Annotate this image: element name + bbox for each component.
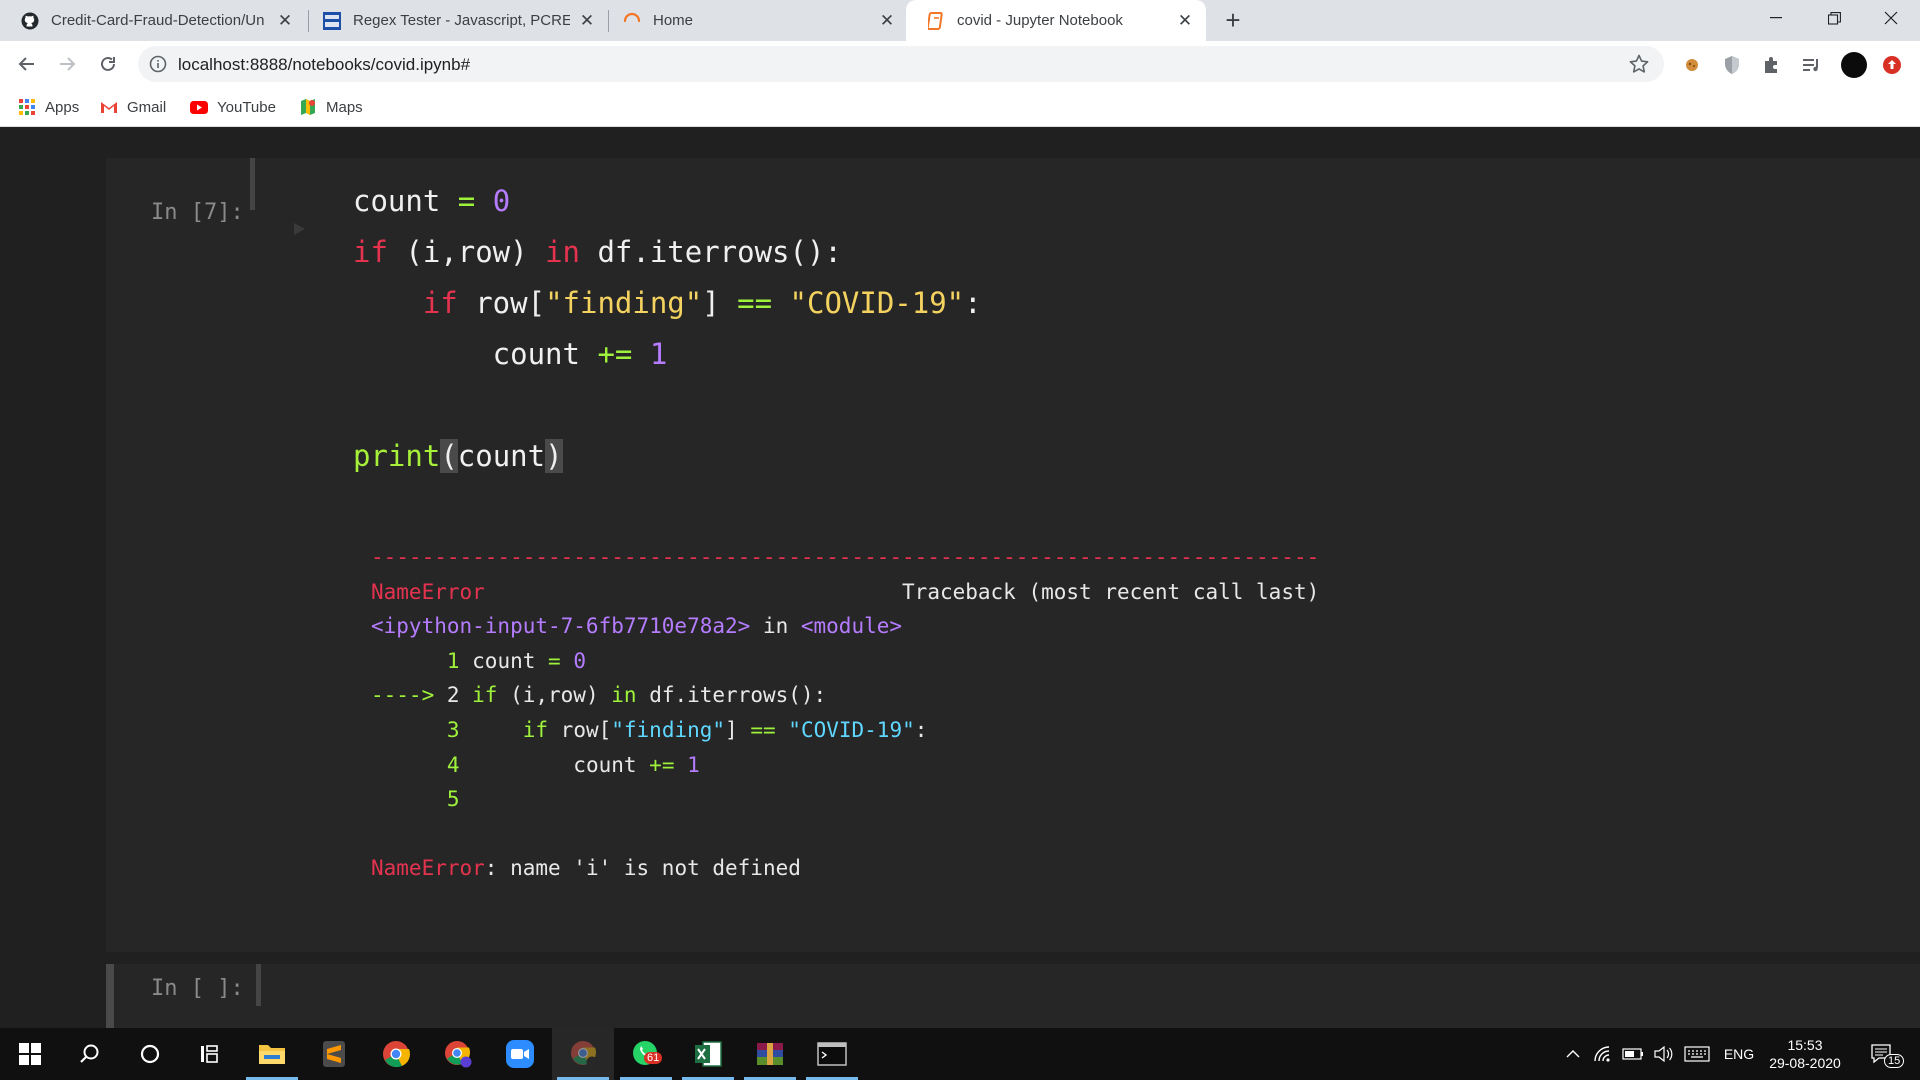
search-icon[interactable]	[74, 1038, 106, 1070]
code-editor[interactable]: count = 0 if (i,row) in df.iterrows(): i…	[353, 176, 982, 482]
volume-icon[interactable]	[1650, 1028, 1676, 1080]
winrar-icon[interactable]	[754, 1038, 786, 1070]
extensions-puzzle-icon[interactable]	[1760, 53, 1784, 77]
reload-icon[interactable]	[93, 49, 123, 79]
whatsapp-badge: 61	[644, 1052, 663, 1064]
windows-start-icon[interactable]	[14, 1038, 46, 1070]
wifi-icon[interactable]	[1590, 1028, 1616, 1080]
site-info-icon[interactable]	[149, 55, 167, 73]
browser-toolbar: localhost:8888/notebooks/covid.ipynb#	[0, 41, 1920, 87]
tab-strip: Credit-Card-Fraud-Detection/Un ✕ Regex T…	[0, 0, 1920, 41]
traceback-header: Traceback (most recent call last)	[902, 579, 1320, 604]
file-explorer-icon[interactable]	[256, 1038, 288, 1070]
chrome-profile-icon[interactable]	[442, 1038, 474, 1070]
sublime-text-icon[interactable]	[318, 1038, 350, 1070]
notification-center-icon[interactable]: 15	[1862, 1028, 1905, 1080]
maps-icon	[299, 98, 317, 116]
jupyter-loading-icon	[622, 11, 642, 31]
active-app-highlight	[552, 1028, 614, 1080]
apps-grid-icon	[18, 98, 36, 116]
profile-avatar[interactable]	[1840, 51, 1868, 79]
empty-code-cell[interactable]: In [ ]:	[106, 964, 1920, 1028]
notebook-area: In [7]: count = 0 if (i,row) in df.iterr…	[0, 128, 1920, 1028]
youtube-icon	[190, 98, 208, 116]
forward-icon[interactable]	[52, 49, 82, 79]
clock-time: 15:53	[1787, 1037, 1823, 1053]
address-bar[interactable]: localhost:8888/notebooks/covid.ipynb#	[138, 46, 1664, 82]
notebook-icon	[926, 11, 946, 31]
close-icon[interactable]: ✕	[274, 10, 296, 32]
tab-covid-notebook[interactable]: covid - Jupyter Notebook ✕	[906, 0, 1206, 41]
excel-icon[interactable]	[692, 1038, 724, 1070]
prompt-divider	[250, 158, 255, 210]
tab-title: Regex Tester - Javascript, PCRE, P	[353, 12, 570, 29]
bookmark-apps[interactable]: Apps	[18, 96, 79, 118]
tab-github[interactable]: Credit-Card-Fraud-Detection/Un ✕	[0, 0, 306, 41]
bookmark-label: Apps	[45, 98, 80, 116]
battery-icon[interactable]	[1620, 1028, 1646, 1080]
tab-title: Credit-Card-Fraud-Detection/Un	[51, 12, 265, 29]
show-hidden-icons-icon[interactable]	[1560, 1028, 1586, 1080]
cookie-extension-icon[interactable]	[1680, 53, 1704, 77]
bookmark-label: Maps	[326, 98, 363, 116]
bookmark-gmail[interactable]: Gmail	[100, 96, 166, 118]
regex-icon	[322, 11, 342, 31]
window-close-icon[interactable]	[1862, 0, 1920, 36]
tab-title: covid - Jupyter Notebook	[957, 12, 1123, 29]
final-error-name: NameError	[371, 856, 485, 881]
traceback-output: ----------------------------------------…	[371, 545, 1320, 881]
keyboard-icon[interactable]	[1682, 1028, 1712, 1080]
close-icon[interactable]: ✕	[576, 10, 598, 32]
bookmark-youtube[interactable]: YouTube	[190, 96, 276, 118]
code-cell[interactable]: In [7]: count = 0 if (i,row) in df.iterr…	[106, 158, 1920, 510]
tab-title: Home	[653, 12, 694, 29]
bookmark-label: Gmail	[127, 98, 167, 116]
traceback-separator: ----------------------------------------…	[371, 545, 1320, 569]
github-icon	[20, 11, 40, 31]
run-arrow-icon[interactable]	[292, 222, 306, 241]
windows-taskbar: 61 ENG 15:53 29-08-2020 15	[0, 1028, 1920, 1080]
media-control-icon[interactable]	[1800, 53, 1824, 77]
bookmark-label: YouTube	[217, 98, 276, 116]
restore-icon[interactable]	[1805, 0, 1863, 36]
chrome-icon[interactable]	[380, 1038, 412, 1070]
notification-count: 15	[1884, 1054, 1905, 1068]
input-prompt: In [ ]:	[151, 976, 244, 1001]
input-prompt: In [7]:	[151, 200, 244, 225]
terminal-icon[interactable]	[816, 1038, 848, 1070]
close-icon[interactable]: ✕	[876, 10, 898, 32]
language-indicator[interactable]: ENG	[1718, 1028, 1760, 1080]
output-cell: ----------------------------------------…	[106, 510, 1920, 952]
system-clock[interactable]: 15:53 29-08-2020	[1760, 1036, 1850, 1072]
ipython-input-ref: <ipython-input-7-6fb7710e78a2>	[371, 614, 751, 639]
bookmarks-bar: Apps Gmail YouTube Maps	[0, 87, 1920, 127]
close-icon[interactable]: ✕	[1174, 10, 1196, 32]
error-name: NameError	[371, 579, 485, 604]
tab-home[interactable]: Home ✕	[602, 0, 908, 41]
bookmark-star-icon[interactable]	[1628, 53, 1650, 75]
url-text: localhost:8888/notebooks/covid.ipynb#	[178, 55, 471, 74]
gmail-icon	[100, 98, 118, 116]
minimize-icon[interactable]	[1747, 0, 1805, 36]
shield-extension-icon[interactable]	[1720, 53, 1744, 77]
zoom-icon[interactable]	[504, 1038, 536, 1070]
prompt-divider	[256, 964, 261, 1006]
update-available-icon[interactable]	[1880, 53, 1904, 77]
task-view-icon[interactable]	[194, 1038, 226, 1070]
bookmark-maps[interactable]: Maps	[299, 96, 363, 118]
tab-regex[interactable]: Regex Tester - Javascript, PCRE, P ✕	[302, 0, 608, 41]
back-icon[interactable]	[12, 49, 42, 79]
module-ref: <module>	[800, 614, 903, 639]
clock-date: 29-08-2020	[1769, 1055, 1841, 1071]
error-message: : name 'i' is not defined	[484, 856, 801, 881]
whatsapp-icon[interactable]: 61	[630, 1038, 663, 1070]
new-tab-button[interactable]: +	[1220, 7, 1246, 34]
cortana-icon[interactable]	[134, 1038, 166, 1070]
